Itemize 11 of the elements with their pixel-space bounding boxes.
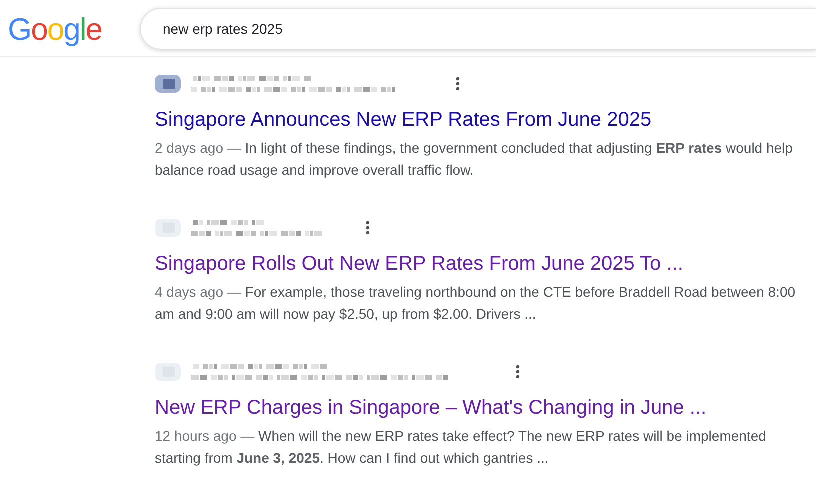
result-title-link[interactable]: Singapore Rolls Out New ERP Rates From June 2025 To ... <box>155 251 684 277</box>
more-options-icon[interactable] <box>456 77 460 91</box>
more-options-icon[interactable] <box>366 221 370 235</box>
search-field[interactable]: new erp rates 2025 <box>140 8 816 50</box>
result-snippet: 4 days ago — For example, those traveling northbound on the CTE before Braddell Road between 8:00 am and 9:00 am will now pay $2.50, up from $2.00. Drivers ... <box>155 283 797 324</box>
more-options-icon[interactable] <box>516 365 520 379</box>
google-logo[interactable]: Google <box>8 14 102 44</box>
result-snippet: 2 days ago — In light of these findings, the government concluded that adjusting ERP rates would help balance road usage and improve overall traffic flow. <box>155 139 794 180</box>
result-title-link[interactable]: Singapore Announces New ERP Rates From June 2025 <box>155 107 652 133</box>
result-title-link[interactable]: New ERP Charges in Singapore – What's Changing in June ... <box>155 395 707 421</box>
result-snippet: 12 hours ago — When will the new ERP rates take effect? The new ERP rates will be implemented starting from June 3, 2025. How can I find out which gantries ... <box>155 427 768 468</box>
